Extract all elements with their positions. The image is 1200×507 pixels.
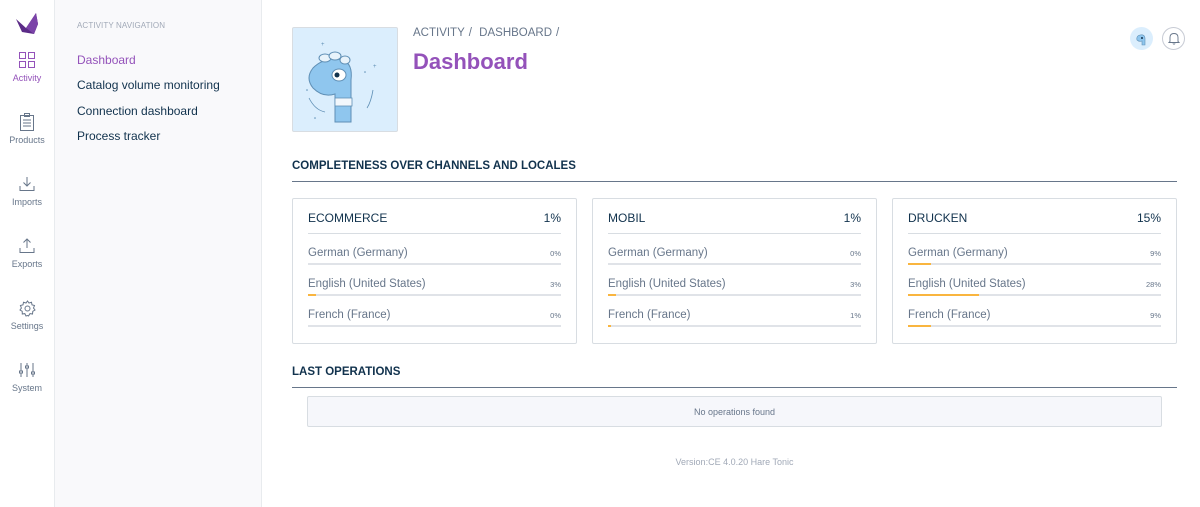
last-operations-section: Last operations No operations found	[292, 366, 1177, 427]
channel-header: Mobil 1%	[608, 199, 861, 234]
clipboard-icon	[17, 112, 37, 132]
locale-percent: 0%	[550, 310, 561, 320]
locale-name: English (United States)	[308, 278, 426, 290]
completeness-section: Completeness over channels and locales E…	[292, 160, 1177, 344]
gear-icon	[17, 298, 37, 318]
nav-item-connection-dashboard[interactable]: Connection dashboard	[77, 103, 261, 128]
menu-item-exports[interactable]: Exports	[0, 236, 55, 288]
locale-percent: 1%	[850, 310, 861, 320]
user-area	[1130, 27, 1185, 50]
bell-icon	[1167, 33, 1180, 45]
locale-percent: 0%	[850, 248, 861, 258]
channel-percent: 1%	[543, 211, 561, 225]
locale-row: English (United States) 3%	[308, 265, 561, 296]
grid-icon	[17, 50, 37, 70]
akeneo-logo-icon[interactable]	[14, 10, 40, 36]
completeness-section-title: Completeness over channels and locales	[292, 160, 1177, 182]
channel-header: Ecommerce 1%	[308, 199, 561, 234]
breadcrumb-item-activity[interactable]: Activity	[413, 27, 465, 39]
breadcrumb-separator: /	[468, 27, 472, 39]
sliders-icon	[17, 360, 37, 380]
locale-name: French (France)	[608, 309, 691, 321]
svg-text:+: +	[373, 64, 377, 70]
channel-name: Ecommerce	[308, 211, 388, 225]
locale-name: German (Germany)	[908, 247, 1008, 259]
dashboard-illustration: + +	[292, 27, 398, 132]
main-content: + + Activity / Dashboard / Dashboard	[262, 0, 1200, 507]
locale-row: German (Germany) 0%	[308, 234, 561, 265]
locale-name: French (France)	[908, 309, 991, 321]
menu-item-activity[interactable]: Activity	[0, 50, 55, 102]
locale-row: German (Germany) 0%	[608, 234, 861, 265]
channel-header: Drucken 15%	[908, 199, 1161, 234]
menu-item-label: Settings	[10, 321, 44, 331]
locale-name: French (France)	[308, 309, 391, 321]
locale-name: German (Germany)	[308, 247, 408, 259]
nav-item-catalog-volume-monitoring[interactable]: Catalog volume monitoring	[77, 77, 261, 102]
last-operations-title: Last operations	[292, 366, 1177, 388]
page-title: Dashboard	[413, 49, 528, 74]
nav-item-dashboard[interactable]: Dashboard	[77, 52, 261, 77]
locale-percent: 28%	[1145, 279, 1161, 289]
channel-percent: 15%	[1136, 211, 1161, 225]
channel-list: Ecommerce 1% German (Germany) 0% English (Un…	[292, 198, 1177, 344]
channel-name: Mobil	[608, 211, 646, 225]
channel-percent: 1%	[843, 211, 861, 225]
locale-row: French (France) 9%	[908, 296, 1161, 327]
notifications-button[interactable]	[1162, 27, 1185, 50]
app: Activity Products Imports Exports Settin…	[0, 0, 1200, 507]
user-avatar[interactable]	[1130, 27, 1153, 50]
column-navigation-title: Activity navigation	[77, 21, 166, 30]
progress-track	[908, 325, 1161, 327]
locale-name: English (United States)	[908, 278, 1026, 290]
menu-item-label: Imports	[11, 197, 42, 207]
import-icon	[17, 174, 37, 194]
locale-name: English (United States)	[608, 278, 726, 290]
channel-card: Ecommerce 1% German (Germany) 0% English (Un…	[292, 198, 577, 344]
locale-percent: 9%	[1150, 248, 1161, 258]
progress-fill	[608, 325, 611, 327]
progress-fill	[908, 325, 931, 327]
menu-item-settings[interactable]: Settings	[0, 298, 55, 350]
locale-row: English (United States) 28%	[908, 265, 1161, 296]
menu-item-label: Activity	[12, 73, 42, 83]
locale-percent: 9%	[1150, 310, 1161, 320]
progress-track	[308, 325, 561, 327]
locale-row: French (France) 0%	[308, 296, 561, 327]
locale-percent: 0%	[550, 248, 561, 258]
progress-track	[608, 325, 861, 327]
channel-name: Drucken	[908, 211, 968, 225]
no-operations-message: No operations found	[307, 396, 1162, 427]
svg-text:+: +	[321, 42, 325, 48]
dragon-mascot-icon: + +	[306, 42, 377, 122]
main-menu: Activity Products Imports Exports Settin…	[0, 0, 55, 507]
menu-item-label: System	[11, 383, 42, 393]
menu-item-imports[interactable]: Imports	[0, 174, 55, 226]
locale-row: English (United States) 3%	[608, 265, 861, 296]
title-block: Activity / Dashboard / Dashboard	[413, 27, 563, 160]
locale-row: German (Germany) 9%	[908, 234, 1161, 265]
menu-item-products[interactable]: Products	[0, 112, 55, 164]
menu-item-system[interactable]: System	[0, 360, 55, 412]
version-info: Version:CE 4.0.20 Hare Tonic	[675, 457, 794, 467]
locale-row: French (France) 1%	[608, 296, 861, 327]
avatar-mascot-icon	[1136, 34, 1145, 45]
activity-navigation: Activity navigation Dashboard Catalog vo…	[55, 0, 262, 507]
nav-item-process-tracker[interactable]: Process tracker	[77, 128, 261, 153]
page-header: + + Activity / Dashboard / Dashboard	[292, 0, 1177, 160]
channel-card: Drucken 15% German (Germany) 9% English (Uni…	[892, 198, 1177, 344]
breadcrumb-separator: /	[556, 27, 560, 39]
locale-name: German (Germany)	[608, 247, 708, 259]
breadcrumb-item-dashboard[interactable]: Dashboard	[479, 27, 552, 39]
export-icon	[17, 236, 37, 256]
menu-item-label: Products	[9, 135, 45, 145]
locale-percent: 3%	[850, 279, 861, 289]
locale-percent: 3%	[550, 279, 561, 289]
menu-item-label: Exports	[11, 259, 43, 269]
breadcrumb: Activity / Dashboard /	[413, 27, 563, 39]
channel-card: Mobil 1% German (Germany) 0% English (United…	[592, 198, 877, 344]
